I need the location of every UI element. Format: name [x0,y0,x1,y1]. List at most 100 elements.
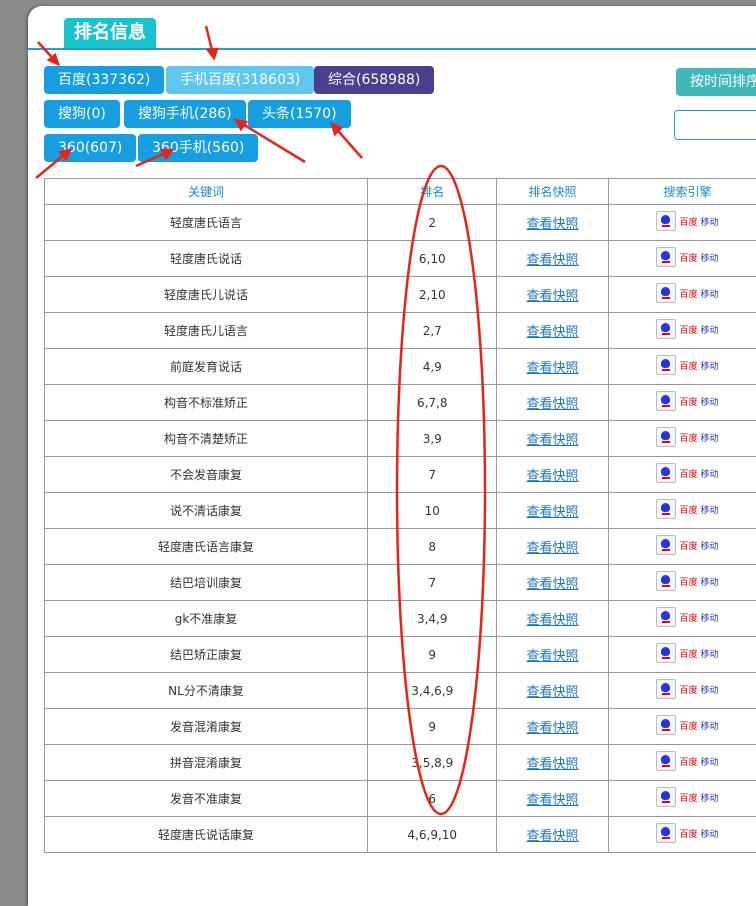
snapshot-cell: 查看快照 [497,745,608,781]
engine-type: 移动 [700,431,718,444]
keyword-cell: 发音混淆康复 [45,709,368,745]
filter-toutiao-button[interactable]: 头条(1570) [248,100,351,128]
rank-cell: 2,7 [368,313,497,349]
view-snapshot-link[interactable]: 查看快照 [527,433,579,448]
keyword-cell: 轻度唐氏语言康复 [45,529,368,565]
filter-combined-button[interactable]: 综合(658988) [314,66,434,94]
keyword-cell: 构音不标准矫正 [45,385,368,421]
table-row: 结巴矫正康复9查看快照百度移动 [45,637,756,673]
view-snapshot-link[interactable]: 查看快照 [527,541,579,556]
table-row: 发音混淆康复9查看快照百度移动 [45,709,756,745]
engine-badge: 百度移动 [656,751,718,771]
view-snapshot-link[interactable]: 查看快照 [527,469,579,484]
keyword-cell: 拼音混淆康复 [45,745,368,781]
engine-badge: 百度移动 [656,787,718,807]
search-input[interactable] [674,110,756,140]
engine-name: 百度 [679,251,697,264]
view-snapshot-link[interactable]: 查看快照 [527,217,579,232]
table-row: 轻度唐氏儿语言2,7查看快照百度移动 [45,313,756,349]
table-row: 说不清话康复10查看快照百度移动 [45,493,756,529]
engine-type: 移动 [700,575,718,588]
rank-cell: 2,10 [368,277,497,313]
view-snapshot-link[interactable]: 查看快照 [527,289,579,304]
filter-360-button[interactable]: 360(607) [44,134,136,162]
engine-badge: 百度移动 [656,355,718,375]
engine-cell: 百度移动 [608,421,756,457]
sort-by-time-button[interactable]: 按时间排序 [676,68,756,96]
engine-cell: 百度移动 [608,385,756,421]
keyword-cell: NL分不清康复 [45,673,368,709]
engine-cell: 百度移动 [608,493,756,529]
engine-badge: 百度移动 [656,463,718,483]
engine-type: 移动 [700,395,718,408]
engine-cell: 百度移动 [608,565,756,601]
baidu-paw-icon [656,679,676,699]
table-row: 构音不清楚矫正3,9查看快照百度移动 [45,421,756,457]
engine-type: 移动 [700,791,718,804]
engine-badge: 百度移动 [656,319,718,339]
engine-cell: 百度移动 [608,637,756,673]
ranking-panel: 排名信息 百度(337362) 手机百度(318603) 综合(658988) … [28,6,756,906]
view-snapshot-link[interactable]: 查看快照 [527,613,579,628]
view-snapshot-link[interactable]: 查看快照 [527,505,579,520]
header-engine: 搜索引擎 [608,179,756,205]
keyword-cell: 结巴培训康复 [45,565,368,601]
baidu-paw-icon [656,499,676,519]
engine-badge: 百度移动 [656,571,718,591]
table-row: 轻度唐氏说话6,10查看快照百度移动 [45,241,756,277]
engine-badge: 百度移动 [656,643,718,663]
filter-sogou-mobile-button[interactable]: 搜狗手机(286) [124,100,246,128]
filter-baidu-button[interactable]: 百度(337362) [44,66,164,94]
view-snapshot-link[interactable]: 查看快照 [527,649,579,664]
table-header-row: 关键词 排名 排名快照 搜索引擎 [45,179,756,205]
keyword-cell: 结巴矫正康复 [45,637,368,673]
engine-name: 百度 [679,539,697,552]
baidu-paw-icon [656,355,676,375]
engine-type: 移动 [700,467,718,480]
view-snapshot-link[interactable]: 查看快照 [527,397,579,412]
view-snapshot-link[interactable]: 查看快照 [527,685,579,700]
snapshot-cell: 查看快照 [497,709,608,745]
engine-type: 移动 [700,323,718,336]
rank-cell: 4,6,9,10 [368,817,497,853]
engine-badge: 百度移动 [656,427,718,447]
keyword-cell: 轻度唐氏语言 [45,205,368,241]
keyword-cell: 前庭发育说话 [45,349,368,385]
snapshot-cell: 查看快照 [497,817,608,853]
view-snapshot-link[interactable]: 查看快照 [527,577,579,592]
view-snapshot-link[interactable]: 查看快照 [527,253,579,268]
header-rank: 排名 [368,179,497,205]
view-snapshot-link[interactable]: 查看快照 [527,361,579,376]
engine-type: 移动 [700,683,718,696]
baidu-paw-icon [656,751,676,771]
view-snapshot-link[interactable]: 查看快照 [527,325,579,340]
view-snapshot-link[interactable]: 查看快照 [527,757,579,772]
engine-type: 移动 [700,755,718,768]
filter-360-mobile-button[interactable]: 360手机(560) [138,134,258,162]
engine-cell: 百度移动 [608,781,756,817]
table-row: 轻度唐氏语言2查看快照百度移动 [45,205,756,241]
ranking-table: 关键词 排名 排名快照 搜索引擎 轻度唐氏语言2查看快照百度移动轻度唐氏说话6,… [44,178,756,853]
baidu-paw-icon [656,211,676,231]
engine-name: 百度 [679,683,697,696]
panel-title: 排名信息 [64,18,156,48]
rank-cell: 3,4,6,9 [368,673,497,709]
filter-sogou-button[interactable]: 搜狗(0) [44,100,120,128]
snapshot-cell: 查看快照 [497,565,608,601]
view-snapshot-link[interactable]: 查看快照 [527,793,579,808]
engine-cell: 百度移动 [608,745,756,781]
snapshot-cell: 查看快照 [497,601,608,637]
table-row: 发音不准康复6查看快照百度移动 [45,781,756,817]
snapshot-cell: 查看快照 [497,277,608,313]
engine-type: 移动 [700,287,718,300]
rank-cell: 6,10 [368,241,497,277]
filter-mobile-baidu-button[interactable]: 手机百度(318603) [166,66,314,94]
view-snapshot-link[interactable]: 查看快照 [527,721,579,736]
engine-type: 移动 [700,251,718,264]
rank-cell: 6,7,8 [368,385,497,421]
view-snapshot-link[interactable]: 查看快照 [527,829,579,844]
table-row: 轻度唐氏儿说话2,10查看快照百度移动 [45,277,756,313]
engine-cell: 百度移动 [608,673,756,709]
engine-badge: 百度移动 [656,715,718,735]
baidu-paw-icon [656,787,676,807]
